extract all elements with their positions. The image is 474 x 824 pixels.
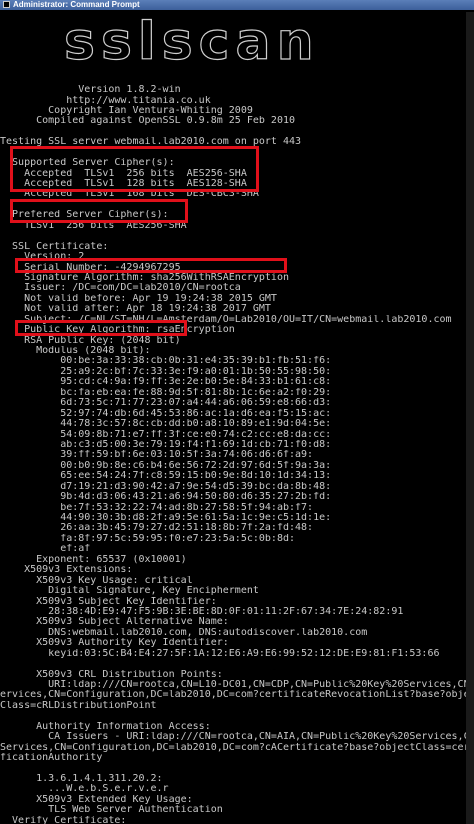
console-line: X509v3 Subject Alternative Name: — [0, 617, 229, 628]
console-line: ef:af — [0, 544, 91, 555]
highlight-signature-algorithm — [15, 258, 287, 273]
highlight-rsa-public-key — [15, 320, 187, 336]
console-line: 28:38:4D:E9:47:F5:9B:3E:BE:8D:0F:01:11:2… — [0, 606, 404, 617]
highlight-preferred-cipher — [10, 199, 188, 223]
console-line: ab:c3:d5:00:3e:79:19:f4:f1:69:1d:cb:71:f… — [0, 439, 332, 450]
console-line: 00:be:3a:33:38:cb:0b:31:e4:35:39:b1:fb:5… — [0, 356, 332, 367]
console-line: 26:aa:3b:45:79:27:d2:51:18:8b:7f:2a:fd:4… — [0, 523, 314, 534]
console-line: X509v3 Subject Key Identifier: — [0, 596, 217, 607]
console-line: DNS:webmail.lab2010.com, DNS:autodiscove… — [0, 627, 368, 638]
console-line: Authority Information Access: — [0, 721, 211, 732]
console-line: Copyright Ian Ventura-Whiting 2009 — [0, 105, 253, 116]
console-line: Exponent: 65537 (0x10001) — [0, 554, 187, 565]
window-title: Administrator: Command Prompt — [13, 0, 140, 9]
console-line: ervices,CN=Configuration,DC=lab2010,DC=c… — [0, 690, 474, 701]
window-title-bar[interactable]: Administrator: Command Prompt — [0, 0, 474, 10]
console-line: Issuer: /DC=com/DC=lab2010/CN=rootca — [0, 283, 241, 294]
console-line: Not valid after: Apr 18 19:24:38 2017 GM… — [0, 304, 271, 315]
console-line: X509v3 Extended Key Usage: — [0, 794, 193, 805]
console-line: RSA Public Key: (2048 bit) — [0, 335, 181, 346]
console-line: 25:a9:2c:bf:7c:33:3e:f9:a0:01:1b:50:55:9… — [0, 366, 332, 377]
console-line: Digital Signature, Key Encipherment — [0, 586, 259, 597]
console-line: 44:90:30:3b:d8:2f:a9:5e:61:5a:1c:9e:c5:1… — [0, 513, 332, 523]
console-line: X509v3 Authority Key Identifier: — [0, 638, 229, 649]
console-line: Modulus (2048 bit): — [0, 346, 151, 356]
console-line: Class=cRLDistributionPoint — [0, 700, 157, 711]
console-line: ...W.e.b.S.e.r.v.e.r — [0, 784, 169, 795]
console-line: 6d:73:5c:71:77:23:07:a4:44:a6:06:59:e8:6… — [0, 398, 332, 409]
console-line: URI:ldap:///CN=rootca,CN=L10-DC01,CN=CDP… — [0, 680, 474, 690]
console-line: 1.3.6.1.4.1.311.20.2: — [0, 773, 163, 784]
console-line: ficationAuthority — [0, 753, 103, 764]
console-line: fa:8f:97:5c:59:95:f0:e7:23:5a:5c:0b:8d: — [0, 533, 296, 544]
console-line: TLS Web Server Authentication — [0, 805, 223, 816]
highlight-supported-ciphers — [10, 146, 259, 192]
console-line: 39:ff:59:bf:6e:03:10:5f:3a:74:06:d6:6f:a… — [0, 450, 314, 461]
console-line: 95:cd:c4:9a:f9:ff:3e:2e:b0:5e:84:33:b1:6… — [0, 377, 332, 388]
console-output: Version 1.8.2-win http://www.titania.co.… — [0, 12, 474, 824]
console-line: http://www.titania.co.uk — [0, 95, 211, 106]
console-line: 65:ee:54:24:7f:c8:59:15:b0:9e:8d:10:1d:3… — [0, 471, 332, 482]
console-line: Services,CN=Configuration,DC=lab2010,DC=… — [0, 742, 474, 753]
console-line: Version 1.8.2-win — [0, 85, 181, 96]
console-line: 52:97:74:db:6d:45:53:86:ac:1a:d6:ea:f5:1… — [0, 408, 332, 419]
console-line: CA Issuers - URI:ldap:///CN=rootca,CN=AI… — [0, 732, 474, 743]
console-line: X509v3 Extensions: — [0, 565, 133, 576]
sslscan-logo: sslscan — [63, 12, 320, 72]
console-line: 9b:4d:d3:06:43:21:a6:94:50:80:d6:35:27:2… — [0, 492, 332, 503]
console-line: X509v3 Key Usage: critical — [0, 575, 193, 586]
console-line: d7:19:21:d3:90:42:a7:9e:54:d5:39:bc:da:8… — [0, 481, 332, 492]
console-line: X509v3 CRL Distribution Points: — [0, 669, 223, 680]
console-line: Compiled against OpenSSL 0.9.8m 25 Feb 2… — [0, 116, 296, 127]
command-prompt-icon — [3, 1, 10, 8]
console-line: 44:78:3c:57:8c:cb:dd:b0:a8:10:89:e1:9d:0… — [0, 419, 332, 430]
console-line: bc:fa:eb:ea:fe:88:9d:5f:81:8b:1c:6e:a2:f… — [0, 387, 332, 398]
console-line: be:7f:53:32:22:74:ad:8b:27:58:5f:94:ab:f… — [0, 502, 314, 513]
console-line: 54:09:8b:71:e7:ff:3f:ce:e0:74:c2:cc:e8:d… — [0, 429, 332, 440]
console-line: keyid:03:5C:B4:E4:27:5F:1A:12:E6:A9:E6:9… — [0, 648, 440, 659]
console-line: 00:b0:9b:8e:c6:b4:6e:56:72:2d:97:6d:5f:9… — [0, 460, 332, 471]
console-line: SSL Certificate: — [0, 241, 109, 252]
console-line: Verify Certificate: — [0, 815, 127, 824]
console-line: Signature Algorithm: sha256WithRSAEncryp… — [0, 272, 289, 283]
console-line: Not valid before: Apr 19 19:24:38 2015 G… — [0, 293, 277, 304]
vertical-scrollbar[interactable] — [466, 12, 474, 824]
